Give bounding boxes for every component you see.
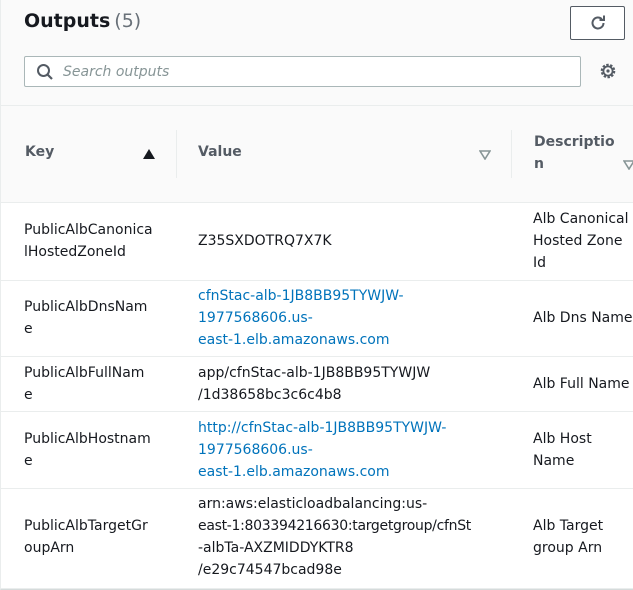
sort-caret-icon[interactable]	[623, 160, 633, 170]
row-value-line[interactable]: east-1.elb.amazonaws.com	[198, 461, 498, 483]
row-key-line: PublicAlbHostnam	[24, 431, 151, 447]
row-description-line: Alb Canonical	[533, 211, 629, 227]
row-description: Alb Full Name	[533, 373, 633, 395]
row-value-line: east-1:803394216630:targetgroup/cfnSt	[198, 518, 471, 534]
row-value-line[interactable]: 1977568606.us-	[198, 439, 498, 461]
refresh-icon	[591, 15, 605, 30]
row-description-line: Hosted Zone	[533, 233, 623, 249]
search-icon	[37, 64, 53, 80]
row-key-line: PublicAlbFullNam	[24, 365, 145, 381]
row-description: Alb Target group Arn	[533, 515, 633, 559]
row-key-line: PublicAlbCanonica	[24, 222, 153, 238]
column-divider[interactable]	[511, 130, 512, 178]
row-value-line[interactable]: east-1.elb.amazonaws.com	[198, 329, 498, 351]
row-description: Alb Canonical Hosted Zone Id	[533, 208, 633, 274]
row-value-link[interactable]: http://cfnStac-alb-1JB8BB95TYWJW- 197756…	[198, 417, 498, 483]
column-header-description[interactable]: Descriptio n	[534, 131, 619, 175]
title-text: Outputs	[24, 10, 111, 32]
column-header-key[interactable]: Key	[25, 144, 54, 160]
row-value: app/cfnStac-alb-1JB8BB95TYWJW /1d38658bc…	[198, 362, 498, 406]
row-key: PublicAlbTargetGr oupArn	[24, 515, 164, 559]
sort-caret-icon[interactable]	[479, 150, 491, 160]
row-key: PublicAlbCanonica lHostedZoneId	[24, 219, 164, 263]
search-box	[24, 56, 581, 87]
row-description-line: Alb Dns Name	[533, 310, 633, 326]
row-description-line: Alb Host	[533, 431, 592, 447]
refresh-button[interactable]	[570, 6, 625, 40]
row-description-line: Name	[533, 453, 575, 469]
row-value-line: -albTa-AXZMIDDYKTR8	[198, 540, 354, 556]
row-key-line: PublicAlbDnsNam	[24, 299, 148, 315]
row-key-line: oupArn	[24, 540, 75, 556]
row-description-line: Alb Full Name	[533, 376, 630, 392]
row-value-line: Z35SXDOTRQ7X7K	[198, 233, 332, 249]
row-key: PublicAlbFullNam e	[24, 362, 164, 406]
row-description-line: Alb Target	[533, 518, 604, 534]
page-title: Outputs (5)	[24, 10, 141, 32]
row-description: Alb Dns Name	[533, 307, 633, 329]
gear-icon[interactable]	[598, 61, 618, 81]
row-value-line[interactable]: cfnStac-alb-1JB8BB95TYWJW-	[198, 285, 498, 307]
row-value-line: arn:aws:elasticloadbalancing:us-	[198, 496, 428, 512]
row-description-line: Id	[533, 255, 547, 271]
row-key: PublicAlbDnsNam e	[24, 296, 164, 340]
column-header-value[interactable]: Value	[198, 144, 242, 160]
row-key-line: lHostedZoneId	[24, 244, 126, 260]
row-description-line: group Arn	[533, 540, 603, 556]
outputs-header: Outputs (5)	[1, 0, 633, 106]
row-key-line: e	[24, 387, 33, 403]
sort-ascending-icon[interactable]	[143, 149, 155, 159]
outputs-panel: Outputs(5) Key Value	[0, 0, 633, 590]
row-value-line: /1d38658bc3c6c4b8	[198, 387, 342, 403]
row-value: arn:aws:elasticloadbalancing:us- east-1:…	[198, 493, 533, 581]
row-key-line: e	[24, 321, 33, 337]
column-divider[interactable]	[176, 130, 177, 178]
row-key-line: e	[24, 453, 33, 469]
row-value-link[interactable]: cfnStac-alb-1JB8BB95TYWJW- 1977568606.us…	[198, 285, 498, 351]
row-key-line: PublicAlbTargetGr	[24, 518, 148, 534]
row-value-line[interactable]: 1977568606.us-	[198, 307, 498, 329]
search-input[interactable]	[63, 57, 573, 86]
row-value-line: app/cfnStac-alb-1JB8BB95TYWJW	[198, 365, 431, 381]
column-header-description-line: n	[534, 156, 544, 172]
row-value: Z35SXDOTRQ7X7K	[198, 230, 498, 252]
outputs-count: (5)	[114, 10, 142, 32]
row-key: PublicAlbHostnam e	[24, 428, 164, 472]
row-description: Alb Host Name	[533, 428, 633, 472]
row-value-line: /e29c74547bcad98e	[198, 562, 342, 578]
column-header-description-line: Descriptio	[534, 134, 615, 150]
row-value-line[interactable]: http://cfnStac-alb-1JB8BB95TYWJW-	[198, 417, 498, 439]
